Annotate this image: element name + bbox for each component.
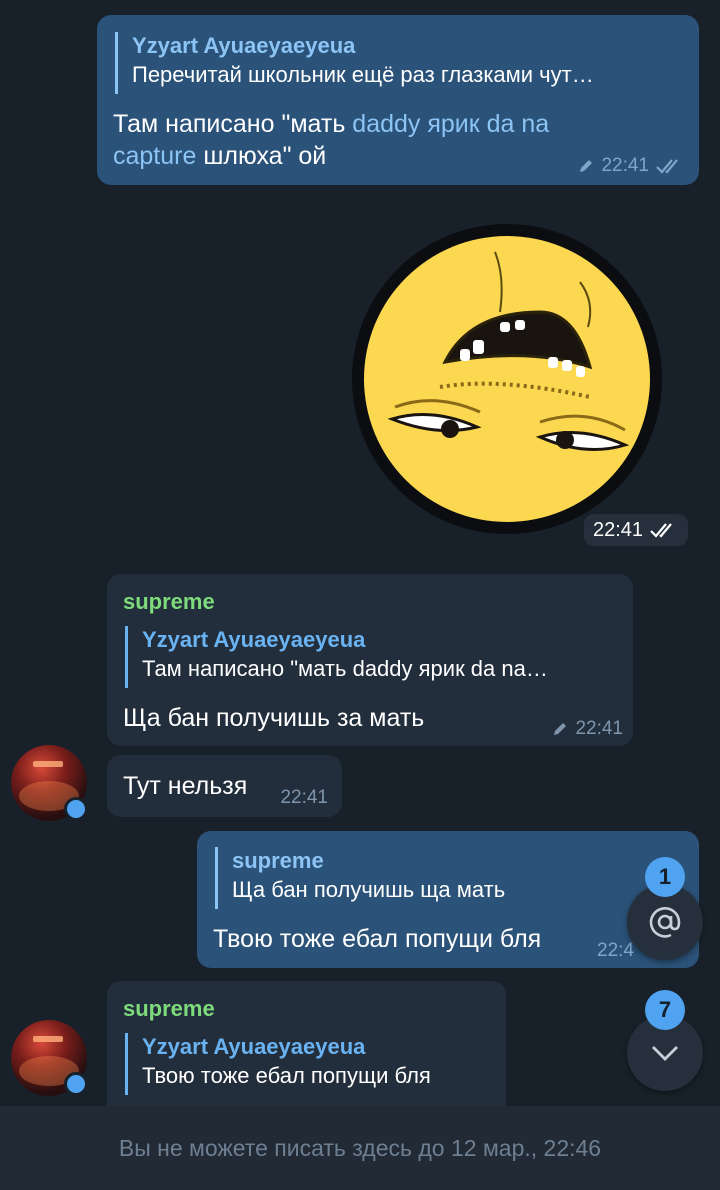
reply-snippet: Ща бан получишь ща мать bbox=[232, 877, 506, 902]
sticker-time: 22:41 bbox=[592, 518, 644, 541]
double-check-icon bbox=[656, 159, 678, 174]
incoming-message-1[interactable]: supreme Yzyart Ayuaeyaeyeua Там написано… bbox=[107, 574, 633, 746]
online-indicator bbox=[64, 1072, 88, 1096]
message-meta: 22:4 bbox=[597, 940, 634, 962]
reply-snippet: Там написано "мать daddy ярик da na… bbox=[142, 656, 548, 681]
message-meta: 22:41 bbox=[577, 155, 685, 177]
reply-quote[interactable]: supreme Ща бан получишь ща мать bbox=[215, 847, 635, 909]
at-sign-icon bbox=[649, 907, 681, 938]
chevron-down-icon bbox=[652, 1046, 678, 1061]
message-time: 22:4 bbox=[597, 940, 634, 961]
reply-author: Yzyart Ayuaeyaeyeua bbox=[132, 33, 356, 58]
message-meta: 22:41 bbox=[551, 718, 623, 740]
message-text: Там написано "мать daddy ярик da na capt… bbox=[113, 110, 550, 170]
message-time: 22:41 bbox=[601, 155, 649, 176]
sticker-meta: 22:41 bbox=[584, 514, 688, 546]
incoming-message-2[interactable]: Тут нельзя 22:41 bbox=[107, 755, 342, 817]
unread-count-badge: 7 bbox=[645, 990, 685, 1030]
reply-author: Yzyart Ayuaeyaeyeua bbox=[142, 627, 366, 652]
reply-quote[interactable]: Yzyart Ayuaeyaeyeua Там написано "мать d… bbox=[125, 626, 621, 688]
reply-quote[interactable]: Yzyart Ayuaeyaeyeua Перечитай школьник е… bbox=[115, 32, 681, 94]
clipped-top-area bbox=[0, 0, 720, 8]
online-indicator bbox=[64, 797, 88, 821]
reply-author: supreme bbox=[232, 848, 324, 873]
mentions-count-badge: 1 bbox=[645, 857, 685, 897]
sticker-face[interactable] bbox=[350, 222, 664, 536]
reply-quote[interactable]: Yzyart Ayuaeyaeyeua Твою тоже ебал попущ… bbox=[125, 1033, 495, 1095]
outgoing-message-2[interactable]: supreme Ща бан получишь ща мать Твою тож… bbox=[197, 831, 699, 968]
outgoing-message-1[interactable]: Yzyart Ayuaeyaeyeua Перечитай школьник е… bbox=[97, 15, 699, 185]
reply-snippet: Твою тоже ебал попущи бля bbox=[142, 1063, 431, 1088]
message-text: Твою тоже ебал попущи бля bbox=[213, 925, 542, 953]
restriction-bar: Вы не можете писать здесь до 12 мар., 22… bbox=[0, 1106, 720, 1190]
reply-author: Yzyart Ayuaeyaeyeua bbox=[142, 1034, 366, 1059]
message-text: Ща бан получишь за мать bbox=[123, 704, 425, 732]
pencil-icon bbox=[554, 723, 567, 735]
sender-name[interactable]: supreme bbox=[123, 588, 215, 616]
incoming-message-3[interactable]: supreme Yzyart Ayuaeyaeyeua Твою тоже еб… bbox=[107, 981, 506, 1121]
message-time: 22:41 bbox=[280, 787, 328, 808]
message-time: 22:41 bbox=[575, 718, 623, 739]
double-check-icon bbox=[650, 523, 672, 538]
reply-snippet: Перечитай школьник ещё раз глазками чут… bbox=[132, 62, 594, 87]
message-meta: 22:41 bbox=[280, 787, 328, 809]
sender-name[interactable]: supreme bbox=[123, 995, 215, 1023]
message-text: Тут нельзя bbox=[123, 772, 248, 800]
restriction-notice: Вы не можете писать здесь до 12 мар., 22… bbox=[118, 1134, 602, 1161]
pencil-icon bbox=[580, 160, 593, 172]
